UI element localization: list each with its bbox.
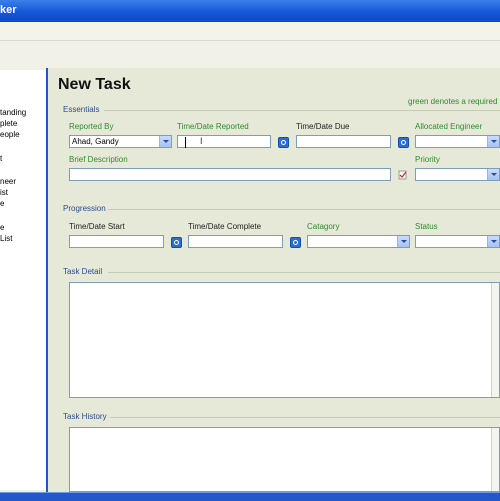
task-history-heading: Task History bbox=[63, 412, 107, 421]
time-reported-label: Time/Date Reported bbox=[177, 122, 249, 131]
engineer-label: Allocated Engineer bbox=[415, 122, 483, 131]
sidebar-item-outstanding[interactable]: tanding bbox=[0, 108, 26, 117]
dropdown-arrow-icon[interactable] bbox=[159, 136, 171, 147]
calendar-icon[interactable] bbox=[171, 237, 182, 248]
date-start-label: Time/Date Start bbox=[69, 222, 125, 231]
page-title: New Task bbox=[58, 76, 131, 93]
date-start-input[interactable] bbox=[69, 235, 164, 248]
sidebar-item-list[interactable]: ist bbox=[0, 188, 8, 197]
task-detail-scrollbar[interactable] bbox=[491, 283, 499, 397]
task-detail-textarea[interactable] bbox=[69, 282, 500, 398]
dropdown-arrow-icon[interactable] bbox=[397, 236, 409, 247]
engineer-select[interactable] bbox=[415, 135, 500, 148]
date-complete-input[interactable] bbox=[188, 235, 283, 248]
task-history-divider bbox=[110, 417, 500, 418]
sidebar-item-e2[interactable]: e bbox=[0, 223, 4, 232]
reported-by-label: Reported By bbox=[69, 122, 114, 131]
calendar-icon[interactable] bbox=[290, 237, 301, 248]
sidebar-item-list2[interactable]: List bbox=[0, 234, 12, 243]
time-reported-input[interactable] bbox=[177, 135, 271, 148]
menu-bar bbox=[0, 22, 500, 41]
sidebar-item-e1[interactable]: e bbox=[0, 199, 4, 208]
task-history-scrollbar[interactable] bbox=[491, 428, 499, 491]
progression-divider bbox=[108, 209, 500, 210]
date-complete-label: Time/Date Complete bbox=[188, 222, 262, 231]
category-label: Catagory bbox=[307, 222, 340, 231]
window-titlebar[interactable]: ker bbox=[0, 0, 500, 22]
reported-by-value: Ahad, Gandy bbox=[72, 137, 119, 146]
dropdown-arrow-icon[interactable] bbox=[487, 136, 499, 147]
calendar-icon[interactable] bbox=[278, 137, 289, 148]
dropdown-arrow-icon[interactable] bbox=[487, 169, 499, 180]
status-select[interactable] bbox=[415, 235, 500, 248]
task-form: New Task green denotes a required f Esse… bbox=[48, 68, 500, 492]
sidebar-item-people[interactable]: eople bbox=[0, 130, 20, 139]
sidebar-item-complete[interactable]: plete bbox=[0, 119, 17, 128]
description-input[interactable] bbox=[69, 168, 391, 181]
time-due-input[interactable] bbox=[296, 135, 391, 148]
calendar-icon[interactable] bbox=[398, 137, 409, 148]
required-hint: green denotes a required f bbox=[408, 97, 500, 106]
priority-label: Priority bbox=[415, 155, 440, 164]
text-cursor-icon: I bbox=[200, 136, 203, 146]
description-label: Brief Description bbox=[69, 155, 128, 164]
reported-by-select[interactable]: Ahad, Gandy bbox=[69, 135, 172, 148]
essentials-divider bbox=[104, 110, 500, 111]
task-detail-heading: Task Detail bbox=[63, 267, 103, 276]
essentials-heading: Essentials bbox=[63, 105, 100, 114]
window-title: ker bbox=[0, 4, 17, 16]
task-history-textarea[interactable] bbox=[69, 427, 500, 492]
spellcheck-icon[interactable] bbox=[398, 170, 408, 180]
toolbar-area bbox=[0, 41, 500, 67]
sidebar-item-t[interactable]: t bbox=[0, 154, 2, 163]
sidebar: tanding plete eople t neer ist e e List bbox=[0, 70, 46, 490]
status-label: Status bbox=[415, 222, 438, 231]
dropdown-arrow-icon[interactable] bbox=[487, 236, 499, 247]
time-due-label: Time/Date Due bbox=[296, 122, 350, 131]
sidebar-item-engineer[interactable]: neer bbox=[0, 177, 16, 186]
progression-heading: Progression bbox=[63, 204, 106, 213]
task-detail-divider bbox=[108, 272, 500, 273]
category-select[interactable] bbox=[307, 235, 410, 248]
text-caret bbox=[185, 137, 186, 148]
priority-select[interactable] bbox=[415, 168, 500, 181]
